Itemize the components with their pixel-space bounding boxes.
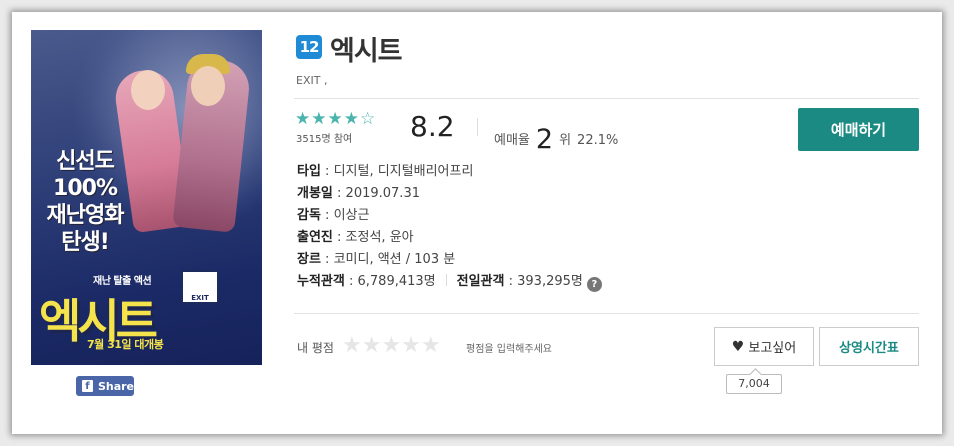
info-row-director: 감독 : 이상근 [297, 208, 370, 223]
info-value: 이상근 [333, 208, 370, 223]
poster-tagline: 신선도 100% 재난영화 탄생! [35, 148, 135, 256]
facebook-share-button[interactable]: f Share [76, 376, 134, 396]
poster-tagline-line: 탄생! [61, 230, 110, 255]
rating-score: 8.2 [410, 110, 455, 143]
poster-face-right [191, 66, 225, 106]
poster-face-left [131, 70, 165, 110]
want-to-watch-button[interactable]: ♥ 보고싶어 [714, 327, 814, 366]
poster-exit-sign: EXIT [181, 270, 219, 304]
movie-detail-card: 신선도 100% 재난영화 탄생! 재난 탈출 액션 EXIT 엑시트 7월 3… [12, 12, 942, 434]
reservation-label: 예매율 [494, 133, 530, 148]
info-label: 전일관객 [456, 274, 505, 289]
rating-participants: 3515명 참여 [296, 134, 353, 145]
age-rating-badge: 12 [296, 35, 322, 59]
help-icon[interactable]: ? [586, 277, 602, 292]
want-to-watch-label: 보고싶어 [748, 341, 797, 356]
movie-info-list: 타입 : 디지털, 디지털배리어프리 개봉일 : 2019.07.31 감독 :… [297, 161, 602, 293]
divider [445, 274, 447, 286]
poster-tagline-line: 100% [53, 176, 118, 201]
info-label: 타입 [297, 164, 321, 179]
info-row-type: 타입 : 디지털, 디지털배리어프리 [297, 164, 474, 179]
divider [294, 313, 919, 314]
info-value: 조정석, 윤아 [345, 230, 414, 245]
info-label: 장르 [297, 252, 321, 267]
poster-release-banner: 7월 31일 대개봉 [87, 338, 164, 351]
reservation-rate: 예매율 2 위 22.1% [494, 120, 619, 155]
info-value: 6,789,413명 [357, 274, 436, 289]
divider [477, 118, 478, 136]
info-row-release: 개봉일 : 2019.07.31 [297, 186, 420, 201]
facebook-icon: f [82, 380, 93, 392]
rating-hint: 평점을 입력해주세요 [466, 344, 552, 355]
info-value: 코미디, 액션 / 103 분 [333, 252, 456, 267]
info-row-cast: 출연진 : 조정석, 윤아 [297, 230, 414, 245]
poster-tagline-line: 재난영화 [46, 203, 125, 228]
movie-english-title: EXIT , [296, 74, 328, 87]
reservation-rank: 2 [535, 124, 554, 155]
share-label: Share [97, 379, 134, 393]
info-label: 감독 [297, 208, 321, 223]
my-rating-label: 내 평점 [297, 341, 334, 355]
info-label: 누적관객 [297, 274, 345, 289]
info-row-audience: 누적관객 : 6,789,413명 전일관객 : 393,295명? [297, 271, 602, 293]
info-value: 2019.07.31 [345, 186, 420, 201]
info-value: 디지털, 디지털배리어프리 [333, 164, 474, 179]
want-to-watch-count: 7,004 [726, 374, 782, 394]
info-label: 출연진 [297, 230, 333, 245]
average-rating-stars: ★★★★☆ [295, 109, 377, 129]
info-label: 개봉일 [297, 186, 333, 201]
my-rating-stars[interactable]: ★★★★★ [342, 333, 441, 358]
heart-icon: ♥ [731, 338, 745, 355]
movie-title: 엑시트 [330, 36, 403, 67]
reservation-percent: 22.1% [577, 133, 619, 148]
info-row-genre: 장르 : 코미디, 액션 / 103 분 [297, 252, 456, 267]
showtimes-button[interactable]: 상영시간표 [819, 327, 919, 366]
reservation-rank-suffix: 위 [559, 133, 572, 148]
info-value: 393,295명 [517, 274, 583, 289]
poster-tagline-line: 신선도 [56, 149, 115, 174]
book-ticket-button[interactable]: 예매하기 [798, 108, 919, 151]
movie-poster[interactable]: 신선도 100% 재난영화 탄생! 재난 탈출 액션 EXIT 엑시트 7월 3… [31, 30, 262, 365]
divider [294, 98, 919, 99]
